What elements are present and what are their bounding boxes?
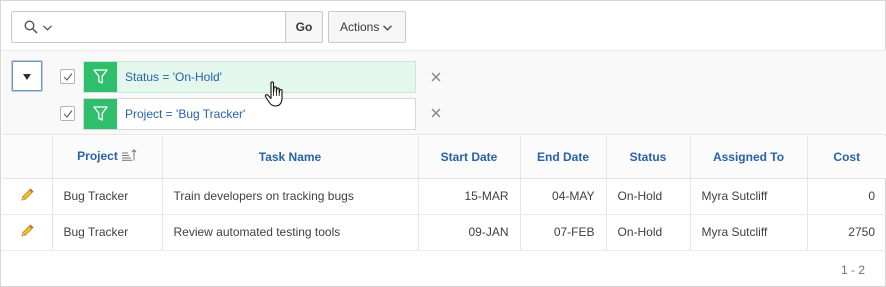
column-header-cost[interactable]: Cost bbox=[807, 136, 886, 179]
edit-column-header bbox=[2, 136, 53, 179]
cell-end-date: 07-FEB bbox=[520, 214, 607, 251]
filter-icon bbox=[84, 62, 117, 92]
column-header-label: Project bbox=[77, 149, 118, 164]
remove-filter-icon[interactable] bbox=[430, 107, 442, 119]
interactive-report: Go Actions Status = 'On-Hold' Project = … bbox=[0, 0, 886, 287]
edit-cell[interactable] bbox=[2, 214, 53, 251]
filter-icon bbox=[84, 99, 117, 129]
filter-enable-checkbox[interactable] bbox=[60, 69, 75, 84]
column-header-assigned-to[interactable]: Assigned To bbox=[690, 136, 808, 179]
cell-project: Bug Tracker bbox=[52, 178, 163, 215]
filter-label: Status = 'On-Hold' bbox=[125, 70, 222, 84]
filter-chip-project[interactable]: Project = 'Bug Tracker' bbox=[83, 98, 416, 130]
cell-project: Bug Tracker bbox=[52, 214, 163, 251]
cell-assigned-to: Myra Sutcliff bbox=[690, 178, 808, 215]
filter-label: Project = 'Bug Tracker' bbox=[125, 107, 246, 121]
check-icon bbox=[63, 73, 73, 81]
column-header-project[interactable]: Project bbox=[52, 136, 163, 179]
pagination-info: 1 - 2 bbox=[840, 263, 865, 277]
column-header-status[interactable]: Status bbox=[606, 136, 691, 179]
collapse-filters-button[interactable] bbox=[11, 60, 43, 92]
cell-cost: 2750 bbox=[807, 214, 886, 251]
cell-assigned-to: Myra Sutcliff bbox=[690, 214, 808, 251]
go-button[interactable]: Go bbox=[285, 11, 323, 43]
cell-cost: 0 bbox=[807, 178, 886, 215]
cell-task-name: Review automated testing tools bbox=[162, 214, 419, 251]
column-header-end-date[interactable]: End Date bbox=[520, 136, 607, 179]
filter-chip-status[interactable]: Status = 'On-Hold' bbox=[83, 61, 416, 93]
sort-ascending-icon bbox=[121, 149, 137, 164]
filter-enable-checkbox[interactable] bbox=[60, 106, 75, 121]
report-toolbar: Go Actions bbox=[1, 1, 885, 49]
edit-cell[interactable] bbox=[2, 178, 53, 215]
search-icon bbox=[24, 20, 38, 34]
check-icon bbox=[63, 110, 73, 118]
column-header-task-name[interactable]: Task Name bbox=[162, 136, 419, 179]
chevron-down-icon bbox=[43, 25, 52, 31]
pencil-icon bbox=[21, 187, 34, 201]
table-row: Bug Tracker Review automated testing too… bbox=[2, 214, 886, 251]
cell-start-date: 09-JAN bbox=[418, 214, 521, 251]
search-input[interactable] bbox=[64, 11, 286, 43]
report-table: Project Task Name Start Date End Date St… bbox=[2, 136, 886, 251]
search-column-button[interactable] bbox=[11, 11, 65, 43]
cell-end-date: 04-MAY bbox=[520, 178, 607, 215]
table-row: Bug Tracker Train developers on tracking… bbox=[2, 178, 886, 215]
chevron-down-icon bbox=[383, 12, 392, 42]
filter-region: Status = 'On-Hold' Project = 'Bug Tracke… bbox=[2, 50, 886, 135]
cell-task-name: Train developers on tracking bugs bbox=[162, 178, 419, 215]
column-header-start-date[interactable]: Start Date bbox=[418, 136, 521, 179]
actions-menu-button[interactable]: Actions bbox=[328, 11, 406, 43]
remove-filter-icon[interactable] bbox=[430, 71, 442, 83]
cell-status: On-Hold bbox=[606, 178, 691, 215]
actions-label: Actions bbox=[340, 20, 380, 34]
hand-cursor-icon bbox=[264, 81, 283, 107]
table-header-row: Project Task Name Start Date End Date St… bbox=[2, 136, 886, 179]
pencil-icon bbox=[21, 223, 34, 237]
cell-start-date: 15-MAR bbox=[418, 178, 521, 215]
cell-status: On-Hold bbox=[606, 214, 691, 251]
